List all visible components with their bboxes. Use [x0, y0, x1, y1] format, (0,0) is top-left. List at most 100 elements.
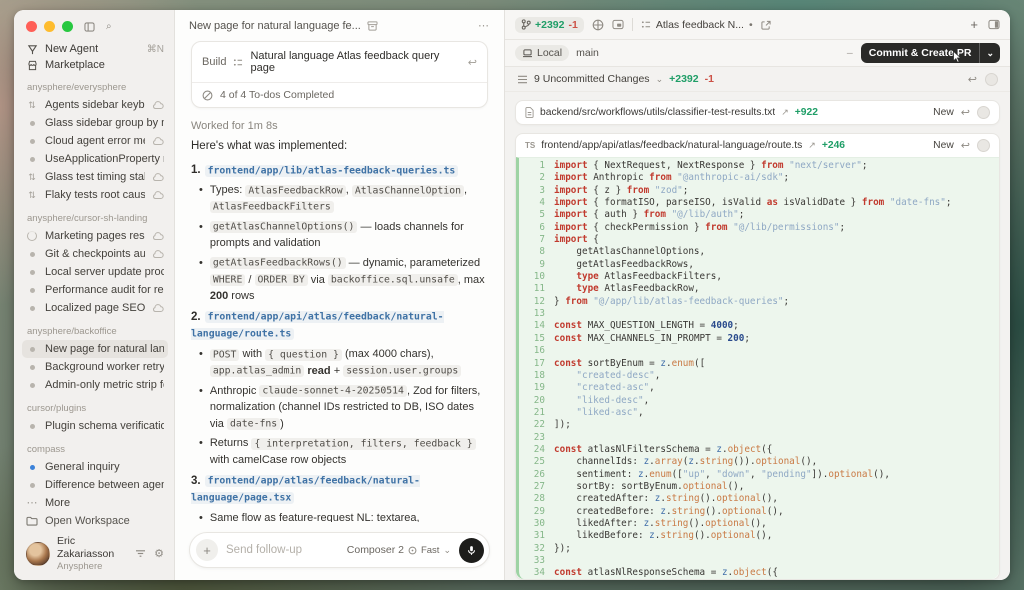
- zoom-button[interactable]: [62, 21, 73, 32]
- commit-create-pr-button[interactable]: Commit & Create PR ⌄: [861, 43, 1000, 63]
- attach-plus-icon[interactable]: +: [196, 539, 218, 561]
- filter-icon[interactable]: [135, 549, 146, 558]
- stage-file-checkbox[interactable]: [977, 106, 990, 119]
- code-line: 15const MAX_CHANNELS_IN_PROMPT = 200;: [519, 333, 999, 345]
- tab-label: Atlas feedback N...: [656, 19, 744, 31]
- file-card-txt[interactable]: backend/src/workflows/utils/classifier-t…: [515, 100, 1000, 125]
- line-number: 20: [519, 395, 554, 407]
- minimize-button[interactable]: [44, 21, 55, 32]
- discard-all-icon[interactable]: ↩: [968, 73, 977, 86]
- chat-more-icon[interactable]: ⋯: [478, 19, 490, 32]
- sidebar-section-label: cursor/plugins: [27, 403, 164, 414]
- line-number: 4: [519, 197, 554, 209]
- sidebar-agent-item[interactable]: Marketing pages responsiven...: [22, 227, 168, 245]
- sidebar-agent-item[interactable]: Cloud agent error message re...: [22, 132, 168, 150]
- file-card-route-ts[interactable]: TS frontend/app/api/atlas/feedback/natur…: [515, 133, 1000, 580]
- cloud-icon: [152, 101, 164, 110]
- sidebar-agent-item[interactable]: Performance audit for redesigne...: [22, 281, 168, 299]
- worked-duration: Worked for 1m 8s: [191, 120, 488, 132]
- agent-item-label: Flaky tests root cause: [45, 189, 145, 201]
- changes-added: +2392: [669, 73, 699, 85]
- close-button[interactable]: [26, 21, 37, 32]
- sidebar-agent-item[interactable]: General inquiry: [22, 458, 168, 476]
- agent-item-label: Performance audit for redesigne...: [45, 284, 164, 296]
- collapse-dash-icon[interactable]: –: [847, 47, 853, 59]
- uncommitted-changes-row[interactable]: 9 Uncommitted Changes ⌄ +2392 -1 ↩: [505, 67, 1010, 92]
- code-line: 1import { NextRequest, NextResponse } fr…: [519, 160, 999, 172]
- commit-options-chevron[interactable]: ⌄: [979, 43, 1000, 63]
- sidebar-agent-item[interactable]: Localized page SEO: [22, 299, 168, 317]
- open-external-icon[interactable]: [761, 20, 771, 30]
- sidebar-agent-item[interactable]: Admin-only metric strip for inco...: [22, 376, 168, 394]
- sidebar-agent-item[interactable]: Difference between agents and ...: [22, 476, 168, 494]
- panel-toggle-icon[interactable]: [988, 19, 1000, 30]
- monitor-icon[interactable]: [612, 19, 624, 30]
- sidebar-agent-item[interactable]: ⋯More: [22, 494, 168, 512]
- file-path-link[interactable]: frontend/app/atlas/feedback/natural-lang…: [191, 475, 420, 504]
- sidebar-section-label: compass: [27, 444, 164, 455]
- new-tab-plus-icon[interactable]: +: [970, 17, 978, 32]
- marketplace-button[interactable]: Marketplace: [26, 57, 164, 73]
- sidebar-agent-item[interactable]: Git & checkpoints automatic c...: [22, 245, 168, 263]
- build-task-card[interactable]: Build Natural language Atlas feedback qu…: [191, 41, 488, 108]
- sidebar-agent-item[interactable]: Plugin schema verification: [22, 417, 168, 435]
- new-agent-button[interactable]: New Agent ⌘N: [26, 41, 164, 57]
- cloud-icon: [152, 137, 164, 146]
- status-dot-icon: [26, 121, 38, 126]
- open-workspace-button[interactable]: Open Workspace: [26, 512, 164, 529]
- marketplace-label: Marketplace: [45, 59, 164, 71]
- sidebar-agent-item[interactable]: ⇅Glass test timing stabilization: [22, 168, 168, 186]
- agent-item-label: Marketing pages responsiven...: [45, 230, 145, 242]
- branch-name[interactable]: main: [576, 47, 599, 59]
- todos-row[interactable]: 4 of 4 To-dos Completed: [192, 82, 487, 107]
- active-tab[interactable]: Atlas feedback N... •: [641, 19, 753, 31]
- agent-item-label: Glass sidebar group by none op...: [45, 117, 164, 129]
- status-dot-icon: [26, 139, 38, 144]
- model-selector[interactable]: Composer 2 Fast ⌄: [347, 544, 451, 556]
- bullet-point: •Same flow as feature-request NL: textar…: [199, 510, 488, 522]
- sidebar-agent-item[interactable]: UseApplicationProperty migrati...: [22, 150, 168, 168]
- open-file-icon[interactable]: ↗: [781, 107, 789, 118]
- sidebar-agent-item[interactable]: ⇅Flaky tests root cause: [22, 186, 168, 204]
- followup-input[interactable]: + Send follow-up Composer 2 Fast ⌄: [189, 532, 490, 568]
- code-line: 17const sortByEnum = z.enum([: [519, 358, 999, 370]
- open-file-icon[interactable]: ↗: [808, 140, 816, 151]
- discard-file-icon[interactable]: ↩: [961, 139, 970, 152]
- sidebar-section-label: anysphere/backoffice: [27, 326, 164, 337]
- code-line: 25 channelIds: z.array(z.string()).optio…: [519, 456, 999, 468]
- status-dot-icon: [26, 270, 38, 275]
- line-number: 34: [519, 567, 554, 579]
- stage-file-checkbox[interactable]: [977, 139, 990, 152]
- sidebar-agent-item[interactable]: Local server update process: [22, 263, 168, 281]
- search-icon[interactable]: ⌕: [106, 21, 112, 32]
- code-line: 23: [519, 432, 999, 444]
- local-badge[interactable]: Local: [515, 45, 569, 61]
- inline-code: claude-sonnet-4-20250514: [259, 385, 407, 397]
- archive-icon[interactable]: [367, 21, 378, 31]
- mic-button[interactable]: [459, 538, 484, 563]
- discard-file-icon[interactable]: ↩: [961, 106, 970, 119]
- sidebar-agent-item[interactable]: Background worker retry handling: [22, 358, 168, 376]
- speed-label: Fast: [421, 545, 439, 556]
- user-profile[interactable]: Eric Zakariasson Anysphere ⚙: [26, 535, 164, 572]
- diff-stats-pill[interactable]: +2392 -1: [515, 17, 584, 33]
- code-line: 8 getAtlasChannelOptions,: [519, 246, 999, 258]
- revert-icon[interactable]: ↩: [468, 56, 477, 69]
- sidebar-agent-item[interactable]: New page for natural language f...: [22, 340, 168, 358]
- sidebar-agent-item[interactable]: Glass sidebar group by none op...: [22, 114, 168, 132]
- globe-icon[interactable]: [592, 19, 604, 31]
- sidebar: ⌕ New Agent ⌘N Marketplace anysphere/eve…: [14, 10, 175, 580]
- sidebar-agent-item[interactable]: ⇅Agents sidebar keyboard expe...: [22, 96, 168, 114]
- layout-icon[interactable]: [84, 22, 95, 32]
- line-number: 6: [519, 222, 554, 234]
- progress-spinner-icon: [26, 231, 38, 241]
- code-diff-view[interactable]: 1import { NextRequest, NextResponse } fr…: [516, 157, 999, 579]
- file-path-link[interactable]: frontend/app/lib/atlas-feedback-queries.…: [205, 165, 459, 177]
- line-number: 2: [519, 172, 554, 184]
- editor-panel: +2392 -1 Atlas feedback N... •: [505, 10, 1010, 580]
- code-line: 6import { checkPermission } from "@/lib/…: [519, 222, 999, 234]
- file-path-link[interactable]: frontend/app/api/atlas/feedback/natural-…: [191, 311, 444, 340]
- settings-gear-icon[interactable]: ⚙: [154, 547, 164, 560]
- line-number: 1: [519, 160, 554, 172]
- stage-all-checkbox[interactable]: [985, 73, 998, 86]
